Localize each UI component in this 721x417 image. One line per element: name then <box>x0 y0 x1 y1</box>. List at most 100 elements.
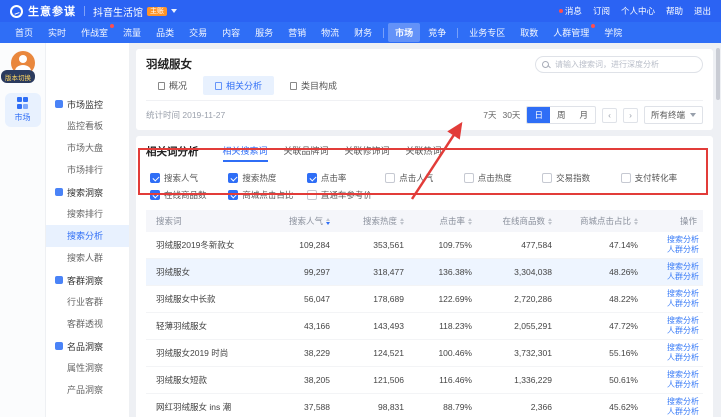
filter-search-popularity[interactable]: 搜索人气 <box>150 171 228 184</box>
subtab-hot-words[interactable]: 关联热词 <box>406 144 442 160</box>
table-row[interactable]: 羽绒服女中长款 56,047 178,689 122.69% 2,720,286… <box>146 286 703 313</box>
col-online-products[interactable]: 在线商品数 <box>484 215 564 227</box>
table-row[interactable]: 羽绒服女2019 时尚 38,229 124,521 100.46% 3,732… <box>146 340 703 367</box>
nav-realtime[interactable]: 实时 <box>41 23 73 42</box>
next-date-button[interactable]: › <box>623 108 638 123</box>
crowd-analysis-link[interactable]: 人群分析 <box>650 245 699 255</box>
prev-date-button[interactable]: ‹ <box>602 108 617 123</box>
nav-traffic[interactable]: 流量 <box>116 23 148 42</box>
sort-icon[interactable] <box>326 218 330 225</box>
tab-category-composition[interactable]: 类目构成 <box>278 76 349 95</box>
checkbox-icon[interactable] <box>385 173 395 183</box>
filter-click-rate[interactable]: 点击率 <box>307 171 385 184</box>
unit-week-button[interactable]: 周 <box>550 107 573 123</box>
table-row[interactable]: 羽绒服女 99,297 318,477 136.38% 3,304,038 48… <box>146 259 703 286</box>
filter-mall-click-share[interactable]: 商城点击占比 <box>228 188 306 201</box>
sort-icon[interactable] <box>548 218 552 225</box>
col-keyword[interactable]: 搜索词 <box>146 215 268 227</box>
terminal-dropdown[interactable]: 所有终端 <box>644 106 703 124</box>
search-analysis-link[interactable]: 搜索分析 <box>650 289 699 299</box>
search-analysis-link[interactable]: 搜索分析 <box>650 316 699 326</box>
checkbox-icon[interactable] <box>228 173 238 183</box>
checkbox-icon[interactable] <box>621 173 631 183</box>
tab-overview[interactable]: 概况 <box>146 76 199 95</box>
sidebar-section-crowd-insight[interactable]: 客群洞察 <box>46 269 129 291</box>
nav-data-fetch[interactable]: 取数 <box>513 23 545 42</box>
nav-category[interactable]: 品类 <box>149 23 181 42</box>
checkbox-icon[interactable] <box>150 190 160 200</box>
subtab-related-search-words[interactable]: 相关搜索词 <box>223 144 268 162</box>
search-analysis-link[interactable]: 搜索分析 <box>650 343 699 353</box>
sidebar-item-crowd-perspective[interactable]: 客群透视 <box>46 313 129 335</box>
subscribe-link[interactable]: 订阅 <box>593 5 610 17</box>
col-search-heat[interactable]: 搜索热度 <box>342 215 416 227</box>
sidebar-item-attribute-insight[interactable]: 属性洞察 <box>46 357 129 379</box>
nav-academy[interactable]: 学院 <box>597 23 629 42</box>
checkbox-icon[interactable] <box>150 173 160 183</box>
version-switch-badge[interactable]: 版本切换 <box>1 70 35 83</box>
nav-war-room[interactable]: 作战室 <box>74 23 115 42</box>
sidebar-item-monitor-board[interactable]: 监控看板 <box>46 115 129 137</box>
sort-icon[interactable] <box>468 218 472 225</box>
nav-content[interactable]: 内容 <box>215 23 247 42</box>
scrollbar[interactable] <box>716 48 720 100</box>
nav-service[interactable]: 服务 <box>248 23 280 42</box>
nav-competition[interactable]: 竞争 <box>421 23 453 42</box>
unit-month-button[interactable]: 月 <box>572 107 595 123</box>
filter-click-popularity[interactable]: 点击人气 <box>385 171 463 184</box>
crowd-analysis-link[interactable]: 人群分析 <box>650 353 699 363</box>
nav-trade[interactable]: 交易 <box>182 23 214 42</box>
range-7d-button[interactable]: 7天 <box>483 109 496 121</box>
search-analysis-link[interactable]: 搜索分析 <box>650 397 699 407</box>
tab-related-analysis[interactable]: 相关分析 <box>203 76 274 95</box>
subtab-brand-words[interactable]: 关联品牌词 <box>284 144 329 160</box>
filter-online-products[interactable]: 在线商品数 <box>150 188 228 201</box>
nav-home[interactable]: 首页 <box>8 23 40 42</box>
filter-click-heat[interactable]: 点击热度 <box>464 171 542 184</box>
unit-day-button[interactable]: 日 <box>527 107 550 123</box>
nav-market[interactable]: 市场 <box>388 23 420 42</box>
checkbox-icon[interactable] <box>307 190 317 200</box>
nav-crowd-management[interactable]: 人群管理 <box>546 23 596 42</box>
nav-finance[interactable]: 财务 <box>347 23 379 42</box>
product-name[interactable]: 抖音生活馆 <box>93 4 143 19</box>
nav-marketing[interactable]: 营销 <box>281 23 313 42</box>
nav-logistics[interactable]: 物流 <box>314 23 346 42</box>
search-analysis-link[interactable]: 搜索分析 <box>650 262 699 272</box>
sidebar-item-market-overview[interactable]: 市场大盘 <box>46 137 129 159</box>
table-row[interactable]: 羽绒服女短款 38,205 121,506 116.46% 1,336,229 … <box>146 367 703 394</box>
help-link[interactable]: 帮助 <box>666 5 683 17</box>
keyword-search-box[interactable] <box>535 56 703 73</box>
range-30d-button[interactable]: 30天 <box>502 109 520 121</box>
col-click-rate[interactable]: 点击率 <box>416 215 484 227</box>
crowd-analysis-link[interactable]: 人群分析 <box>650 380 699 390</box>
filter-trade-index[interactable]: 交易指数 <box>542 171 620 184</box>
sidebar-item-search-crowd[interactable]: 搜索人群 <box>46 247 129 269</box>
sidebar-item-search-analysis[interactable]: 搜索分析 <box>46 225 129 247</box>
table-row[interactable]: 轻薄羽绒服女 43,166 143,493 118.23% 2,055,291 … <box>146 313 703 340</box>
filter-search-heat[interactable]: 搜索热度 <box>228 171 306 184</box>
subtab-modifier-words[interactable]: 关联修饰词 <box>345 144 390 160</box>
crowd-analysis-link[interactable]: 人群分析 <box>650 326 699 336</box>
sidebar-item-product-insight[interactable]: 产品洞察 <box>46 379 129 401</box>
crowd-analysis-link[interactable]: 人群分析 <box>650 272 699 282</box>
sidebar-item-market-ranking[interactable]: 市场排行 <box>46 159 129 181</box>
filter-pay-conversion[interactable]: 支付转化率 <box>621 171 699 184</box>
sidebar-item-industry-crowd[interactable]: 行业客群 <box>46 291 129 313</box>
nav-business-zone[interactable]: 业务专区 <box>462 23 512 42</box>
sidebar-item-search-ranking[interactable]: 搜索排行 <box>46 203 129 225</box>
sort-icon[interactable] <box>634 218 638 225</box>
module-tile-market[interactable]: 市场 <box>5 93 41 127</box>
search-analysis-link[interactable]: 搜索分析 <box>650 235 699 245</box>
crowd-analysis-link[interactable]: 人群分析 <box>650 299 699 309</box>
checkbox-icon[interactable] <box>307 173 317 183</box>
chevron-down-icon[interactable] <box>171 9 177 13</box>
search-input[interactable] <box>555 60 696 69</box>
logout-link[interactable]: 退出 <box>694 5 711 17</box>
table-row[interactable]: 网红羽绒服女 ins 潮 37,588 98,831 88.79% 2,366 … <box>146 394 703 417</box>
checkbox-icon[interactable] <box>542 173 552 183</box>
crowd-analysis-link[interactable]: 人群分析 <box>650 407 699 417</box>
col-mall-click-share[interactable]: 商城点击占比 <box>564 215 650 227</box>
sidebar-section-product-insight[interactable]: 名品洞察 <box>46 335 129 357</box>
table-row[interactable]: 羽绒服2019冬新款女 109,284 353,561 109.75% 477,… <box>146 232 703 259</box>
